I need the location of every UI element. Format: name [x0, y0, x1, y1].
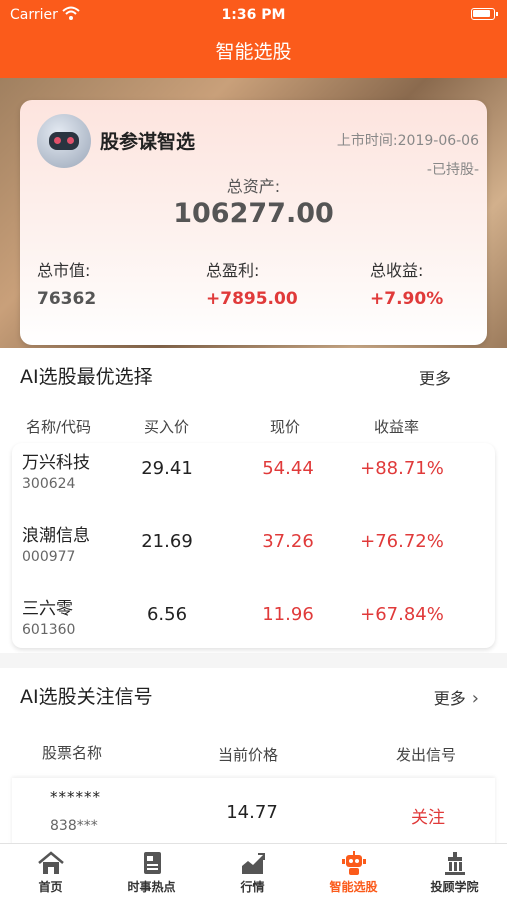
signal-action: 关注 — [411, 808, 445, 828]
stock-name: 三六零 — [22, 599, 73, 619]
stock-current-price: 11.96 — [262, 604, 314, 625]
stock-yield: +76.72% — [360, 531, 444, 552]
column-header-name-code: 名称/代码 — [26, 418, 92, 436]
tab-home[interactable]: 首页 — [0, 844, 101, 900]
robot-avatar — [37, 114, 91, 168]
tab-label: 行情 — [240, 880, 265, 894]
stock-row[interactable]: 万兴科技 300624 29.41 54.44 +88.71% — [12, 446, 495, 518]
status-bar: Carrier 1:36 PM — [0, 0, 507, 30]
column-header-current-price: 现价 — [270, 418, 301, 436]
portfolio-name: 股参谋智选 — [100, 131, 196, 153]
stock-code: 601360 — [22, 622, 76, 638]
column-header-buy-price: 买入价 — [144, 418, 190, 436]
profit-label: 总盈利: — [206, 261, 260, 280]
nav-bar: 智能选股 — [0, 30, 507, 78]
best-picks-title: AI选股最优选择 — [20, 366, 153, 388]
tab-label: 首页 — [38, 880, 63, 894]
market-value-label: 总市值: — [37, 261, 91, 280]
signal-current-price: 14.77 — [226, 802, 278, 823]
stock-yield: +88.71% — [360, 458, 444, 479]
signal-stock-code: 838*** — [50, 818, 98, 834]
tab-smart-picks[interactable]: 智能选股 — [303, 844, 404, 900]
column-header-current-price: 当前价格 — [218, 746, 279, 764]
stock-code: 000977 — [22, 549, 76, 565]
signal-stock-name: ****** — [50, 788, 101, 806]
tab-label: 时事热点 — [127, 880, 176, 894]
tab-label: 智能选股 — [329, 880, 378, 894]
tab-academy[interactable]: 投顾学院 — [404, 844, 505, 900]
listing-date: 上市时间:2019-06-06 — [336, 133, 479, 149]
return-value: +7.90% — [370, 289, 444, 309]
signals-section: AI选股关注信号 更多 › 股票名称 当前价格 发出信号 ****** 838**… — [0, 668, 507, 848]
stock-row[interactable]: 浪潮信息 000977 21.69 37.26 +76.72% — [12, 519, 495, 591]
total-assets-value: 106277.00 — [173, 198, 334, 229]
chevron-right-icon: › — [471, 688, 479, 709]
best-picks-more-link[interactable]: 更多 — [419, 365, 451, 389]
signals-title: AI选股关注信号 — [20, 686, 153, 708]
stock-code: 300624 — [22, 476, 76, 492]
tab-market[interactable]: 行情 — [202, 844, 303, 900]
stock-buy-price: 6.56 — [146, 604, 188, 625]
market-value: 76362 — [37, 289, 97, 309]
column-header-stock-name: 股票名称 — [42, 744, 103, 762]
stock-current-price: 37.26 — [262, 531, 314, 552]
signals-more-link[interactable]: 更多 › — [434, 685, 479, 709]
stock-buy-price: 29.41 — [141, 458, 193, 479]
stock-current-price: 54.44 — [262, 458, 314, 479]
stock-name: 浪潮信息 — [22, 526, 90, 546]
battery-icon — [471, 8, 498, 20]
stock-yield: +67.84% — [360, 604, 444, 625]
signals-more-label: 更多 — [433, 689, 466, 708]
total-assets-label: 总资产: — [226, 177, 281, 196]
return-label: 总收益: — [370, 261, 424, 280]
home-icon — [37, 851, 64, 874]
stock-buy-price: 21.69 — [141, 531, 193, 552]
column-header-yield: 收益率 — [374, 418, 420, 436]
news-icon — [143, 852, 161, 874]
column-header-signal: 发出信号 — [396, 746, 457, 764]
stock-row[interactable]: 三六零 601360 6.56 11.96 +67.84% — [12, 592, 495, 664]
stock-name: 万兴科技 — [22, 453, 90, 473]
tab-news[interactable]: 时事热点 — [101, 844, 202, 900]
market-chart-icon — [241, 853, 265, 874]
page-title: 智能选股 — [215, 41, 292, 63]
clock: 1:36 PM — [221, 7, 286, 23]
profit-value: +7895.00 — [206, 289, 298, 309]
tab-bar: 首页 时事热点 行情 智能选股 投顾学院 — [0, 843, 507, 900]
portfolio-summary-card[interactable]: 股参谋智选 上市时间:2019-06-06 -已持股- 总资产: 106277.… — [20, 100, 487, 345]
signal-row[interactable]: ****** 838*** 14.77 关注 — [12, 778, 495, 848]
tab-label: 投顾学院 — [430, 880, 479, 894]
robot-icon — [341, 851, 366, 875]
academy-icon — [444, 852, 465, 875]
best-picks-section: AI选股最优选择 更多 名称/代码 买入价 现价 收益率 万兴科技 300624… — [0, 348, 507, 653]
best-picks-list: 万兴科技 300624 29.41 54.44 +88.71% 浪潮信息 000… — [12, 443, 495, 648]
